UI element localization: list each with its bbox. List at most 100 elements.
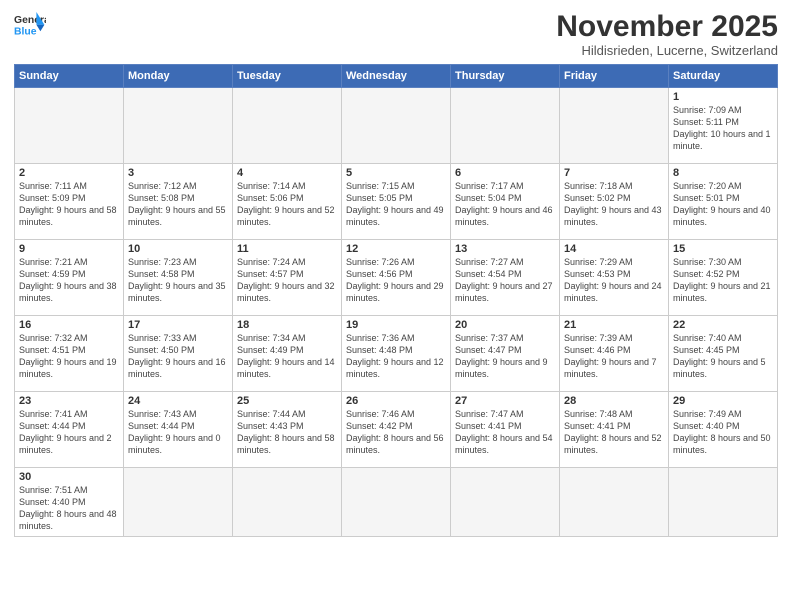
table-row: 10Sunrise: 7:23 AM Sunset: 4:58 PM Dayli… bbox=[124, 240, 233, 316]
day-number: 8 bbox=[673, 167, 773, 179]
day-number: 21 bbox=[564, 319, 664, 331]
table-row: 6Sunrise: 7:17 AM Sunset: 5:04 PM Daylig… bbox=[451, 164, 560, 240]
day-info: Sunrise: 7:48 AM Sunset: 4:41 PM Dayligh… bbox=[564, 408, 664, 457]
day-number: 19 bbox=[346, 319, 446, 331]
table-row: 25Sunrise: 7:44 AM Sunset: 4:43 PM Dayli… bbox=[233, 392, 342, 468]
col-saturday: Saturday bbox=[669, 65, 778, 88]
table-row bbox=[669, 468, 778, 537]
logo-icon: General Blue bbox=[14, 10, 46, 38]
day-number: 1 bbox=[673, 91, 773, 103]
day-number: 27 bbox=[455, 395, 555, 407]
table-row: 26Sunrise: 7:46 AM Sunset: 4:42 PM Dayli… bbox=[342, 392, 451, 468]
day-info: Sunrise: 7:09 AM Sunset: 5:11 PM Dayligh… bbox=[673, 104, 773, 153]
calendar-header-row: Sunday Monday Tuesday Wednesday Thursday… bbox=[15, 65, 778, 88]
calendar-table: Sunday Monday Tuesday Wednesday Thursday… bbox=[14, 64, 778, 537]
day-info: Sunrise: 7:12 AM Sunset: 5:08 PM Dayligh… bbox=[128, 180, 228, 229]
day-info: Sunrise: 7:17 AM Sunset: 5:04 PM Dayligh… bbox=[455, 180, 555, 229]
day-number: 20 bbox=[455, 319, 555, 331]
table-row bbox=[342, 88, 451, 164]
day-number: 3 bbox=[128, 167, 228, 179]
table-row: 29Sunrise: 7:49 AM Sunset: 4:40 PM Dayli… bbox=[669, 392, 778, 468]
day-number: 12 bbox=[346, 243, 446, 255]
table-row: 2Sunrise: 7:11 AM Sunset: 5:09 PM Daylig… bbox=[15, 164, 124, 240]
day-info: Sunrise: 7:11 AM Sunset: 5:09 PM Dayligh… bbox=[19, 180, 119, 229]
day-info: Sunrise: 7:30 AM Sunset: 4:52 PM Dayligh… bbox=[673, 256, 773, 305]
day-number: 6 bbox=[455, 167, 555, 179]
day-number: 22 bbox=[673, 319, 773, 331]
title-block: November 2025 Hildisrieden, Lucerne, Swi… bbox=[556, 10, 778, 58]
col-wednesday: Wednesday bbox=[342, 65, 451, 88]
day-number: 9 bbox=[19, 243, 119, 255]
table-row bbox=[560, 468, 669, 537]
day-info: Sunrise: 7:47 AM Sunset: 4:41 PM Dayligh… bbox=[455, 408, 555, 457]
day-info: Sunrise: 7:51 AM Sunset: 4:40 PM Dayligh… bbox=[19, 484, 119, 533]
day-info: Sunrise: 7:36 AM Sunset: 4:48 PM Dayligh… bbox=[346, 332, 446, 381]
table-row: 11Sunrise: 7:24 AM Sunset: 4:57 PM Dayli… bbox=[233, 240, 342, 316]
table-row: 8Sunrise: 7:20 AM Sunset: 5:01 PM Daylig… bbox=[669, 164, 778, 240]
day-number: 30 bbox=[19, 471, 119, 483]
table-row bbox=[451, 468, 560, 537]
table-row: 16Sunrise: 7:32 AM Sunset: 4:51 PM Dayli… bbox=[15, 316, 124, 392]
col-friday: Friday bbox=[560, 65, 669, 88]
table-row: 3Sunrise: 7:12 AM Sunset: 5:08 PM Daylig… bbox=[124, 164, 233, 240]
table-row: 4Sunrise: 7:14 AM Sunset: 5:06 PM Daylig… bbox=[233, 164, 342, 240]
day-info: Sunrise: 7:32 AM Sunset: 4:51 PM Dayligh… bbox=[19, 332, 119, 381]
day-info: Sunrise: 7:14 AM Sunset: 5:06 PM Dayligh… bbox=[237, 180, 337, 229]
table-row: 14Sunrise: 7:29 AM Sunset: 4:53 PM Dayli… bbox=[560, 240, 669, 316]
col-sunday: Sunday bbox=[15, 65, 124, 88]
day-number: 24 bbox=[128, 395, 228, 407]
day-number: 7 bbox=[564, 167, 664, 179]
day-info: Sunrise: 7:39 AM Sunset: 4:46 PM Dayligh… bbox=[564, 332, 664, 381]
table-row: 18Sunrise: 7:34 AM Sunset: 4:49 PM Dayli… bbox=[233, 316, 342, 392]
day-number: 15 bbox=[673, 243, 773, 255]
day-number: 13 bbox=[455, 243, 555, 255]
table-row: 15Sunrise: 7:30 AM Sunset: 4:52 PM Dayli… bbox=[669, 240, 778, 316]
day-number: 5 bbox=[346, 167, 446, 179]
table-row bbox=[451, 88, 560, 164]
table-row: 17Sunrise: 7:33 AM Sunset: 4:50 PM Dayli… bbox=[124, 316, 233, 392]
table-row bbox=[124, 88, 233, 164]
day-number: 14 bbox=[564, 243, 664, 255]
table-row: 30Sunrise: 7:51 AM Sunset: 4:40 PM Dayli… bbox=[15, 468, 124, 537]
table-row: 20Sunrise: 7:37 AM Sunset: 4:47 PM Dayli… bbox=[451, 316, 560, 392]
day-info: Sunrise: 7:49 AM Sunset: 4:40 PM Dayligh… bbox=[673, 408, 773, 457]
day-info: Sunrise: 7:34 AM Sunset: 4:49 PM Dayligh… bbox=[237, 332, 337, 381]
day-info: Sunrise: 7:15 AM Sunset: 5:05 PM Dayligh… bbox=[346, 180, 446, 229]
day-info: Sunrise: 7:37 AM Sunset: 4:47 PM Dayligh… bbox=[455, 332, 555, 381]
table-row: 22Sunrise: 7:40 AM Sunset: 4:45 PM Dayli… bbox=[669, 316, 778, 392]
day-info: Sunrise: 7:44 AM Sunset: 4:43 PM Dayligh… bbox=[237, 408, 337, 457]
day-info: Sunrise: 7:18 AM Sunset: 5:02 PM Dayligh… bbox=[564, 180, 664, 229]
day-number: 18 bbox=[237, 319, 337, 331]
table-row bbox=[15, 88, 124, 164]
col-monday: Monday bbox=[124, 65, 233, 88]
day-number: 16 bbox=[19, 319, 119, 331]
table-row: 19Sunrise: 7:36 AM Sunset: 4:48 PM Dayli… bbox=[342, 316, 451, 392]
table-row bbox=[342, 468, 451, 537]
page: General Blue November 2025 Hildisrieden,… bbox=[0, 0, 792, 612]
day-number: 25 bbox=[237, 395, 337, 407]
table-row: 24Sunrise: 7:43 AM Sunset: 4:44 PM Dayli… bbox=[124, 392, 233, 468]
table-row: 23Sunrise: 7:41 AM Sunset: 4:44 PM Dayli… bbox=[15, 392, 124, 468]
table-row: 28Sunrise: 7:48 AM Sunset: 4:41 PM Dayli… bbox=[560, 392, 669, 468]
table-row bbox=[560, 88, 669, 164]
day-number: 28 bbox=[564, 395, 664, 407]
day-info: Sunrise: 7:29 AM Sunset: 4:53 PM Dayligh… bbox=[564, 256, 664, 305]
header: General Blue November 2025 Hildisrieden,… bbox=[14, 10, 778, 58]
day-number: 4 bbox=[237, 167, 337, 179]
table-row: 7Sunrise: 7:18 AM Sunset: 5:02 PM Daylig… bbox=[560, 164, 669, 240]
day-info: Sunrise: 7:24 AM Sunset: 4:57 PM Dayligh… bbox=[237, 256, 337, 305]
table-row: 27Sunrise: 7:47 AM Sunset: 4:41 PM Dayli… bbox=[451, 392, 560, 468]
day-number: 11 bbox=[237, 243, 337, 255]
month-title: November 2025 bbox=[556, 10, 778, 43]
svg-text:Blue: Blue bbox=[14, 26, 37, 37]
day-info: Sunrise: 7:46 AM Sunset: 4:42 PM Dayligh… bbox=[346, 408, 446, 457]
table-row: 21Sunrise: 7:39 AM Sunset: 4:46 PM Dayli… bbox=[560, 316, 669, 392]
day-info: Sunrise: 7:27 AM Sunset: 4:54 PM Dayligh… bbox=[455, 256, 555, 305]
day-number: 17 bbox=[128, 319, 228, 331]
day-info: Sunrise: 7:26 AM Sunset: 4:56 PM Dayligh… bbox=[346, 256, 446, 305]
day-info: Sunrise: 7:40 AM Sunset: 4:45 PM Dayligh… bbox=[673, 332, 773, 381]
col-tuesday: Tuesday bbox=[233, 65, 342, 88]
table-row: 1Sunrise: 7:09 AM Sunset: 5:11 PM Daylig… bbox=[669, 88, 778, 164]
table-row: 13Sunrise: 7:27 AM Sunset: 4:54 PM Dayli… bbox=[451, 240, 560, 316]
col-thursday: Thursday bbox=[451, 65, 560, 88]
